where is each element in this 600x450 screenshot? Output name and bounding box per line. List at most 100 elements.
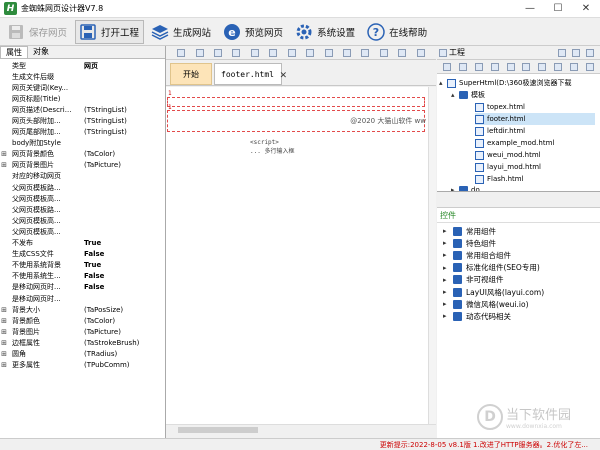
property-row[interactable]: 是移动网页时... False — [0, 282, 165, 293]
property-row[interactable]: 对应的移动网页 — [0, 171, 165, 182]
property-row[interactable]: ⊞ 背景大小 (TaPosSize) — [0, 304, 165, 315]
panel-option-icon[interactable] — [586, 48, 594, 57]
property-row[interactable]: 父网页模板高... — [0, 226, 165, 237]
property-row[interactable]: 不使用系统生... False — [0, 271, 165, 282]
expand-icon[interactable]: ⊞ — [0, 306, 8, 314]
property-row[interactable]: 网页描述(Descri... (TStringList) — [0, 104, 165, 115]
property-row[interactable]: ⊞ 圆角 (TRadius) — [0, 348, 165, 359]
property-value[interactable]: (TaStrokeBrush) — [78, 339, 165, 347]
property-value[interactable]: (TaPicture) — [78, 161, 165, 169]
tree-file-item[interactable]: topex.html — [475, 101, 595, 113]
bring-front-icon[interactable] — [343, 48, 351, 57]
property-row[interactable]: 生成CSS文件 False — [0, 249, 165, 260]
align-left-icon[interactable] — [177, 48, 186, 57]
same-width-icon[interactable] — [287, 48, 296, 57]
expand-icon[interactable]: ▸ — [443, 276, 453, 284]
property-row[interactable]: 网页关键词(Key... — [0, 82, 165, 93]
tab-footer-html[interactable]: footer.html ✕ — [214, 63, 287, 85]
tab-properties[interactable]: 属性 — [0, 46, 28, 58]
lock-icon[interactable] — [398, 48, 407, 57]
open-project-button[interactable]: 打开工程 — [75, 19, 145, 44]
copy-icon[interactable] — [474, 62, 483, 71]
expand-icon[interactable]: ⊞ — [0, 150, 8, 158]
new-folder-icon[interactable] — [458, 62, 467, 71]
property-row[interactable]: 父网页模板路... — [0, 204, 165, 215]
expand-icon[interactable]: ⊞ — [0, 339, 8, 347]
property-value[interactable]: (TStringList) — [78, 117, 165, 125]
align-middle-icon[interactable] — [250, 48, 259, 57]
property-row[interactable]: ⊞ 网页背景颜色 (TaColor) — [0, 149, 165, 160]
property-row[interactable]: ⊞ 网页背景图片 (TaPicture) — [0, 160, 165, 171]
property-row[interactable]: body附加Style — [0, 138, 165, 149]
component-group[interactable]: ▸ 微信风格(weui.io) — [443, 298, 529, 310]
property-row[interactable]: 网页头部附加... (TStringList) — [0, 115, 165, 126]
zoom-icon[interactable] — [416, 48, 425, 57]
property-row[interactable]: 生成文件后缀 — [0, 71, 165, 82]
property-value[interactable]: (TPubComm) — [78, 361, 165, 369]
search-icon[interactable] — [585, 62, 594, 71]
maximize-button[interactable]: ☐ — [544, 0, 572, 18]
property-value[interactable]: (TaPicture) — [78, 328, 165, 336]
expand-icon[interactable]: ▸ — [443, 239, 453, 247]
property-value[interactable]: True — [78, 261, 165, 269]
property-value[interactable]: (TaColor) — [78, 150, 165, 158]
property-row[interactable]: 不使用系统背景 True — [0, 260, 165, 271]
new-file-icon[interactable] — [442, 62, 451, 71]
property-row[interactable]: 不发布 True — [0, 238, 165, 249]
component-group[interactable]: ▸ 标准化组件(SEO专用) — [443, 262, 540, 274]
property-row[interactable]: 是移动网页时... — [0, 293, 165, 304]
collapse-icon[interactable]: ▴ — [451, 91, 459, 99]
property-row[interactable]: 类型 网页 — [0, 60, 165, 71]
refresh-icon[interactable] — [538, 62, 547, 71]
preview-page-button[interactable]: e 预览网页 — [219, 20, 288, 44]
property-value[interactable]: (TaColor) — [78, 317, 165, 325]
property-value[interactable]: True — [78, 239, 165, 247]
tab-start[interactable]: 开始 — [170, 63, 212, 85]
project-settings-icon[interactable] — [439, 48, 447, 57]
property-row[interactable]: ⊞ 更多属性 (TPubComm) — [0, 360, 165, 371]
tab-components[interactable]: 控件 — [440, 210, 456, 221]
property-row[interactable]: 父网页模板高... — [0, 215, 165, 226]
same-height-icon[interactable] — [306, 48, 315, 57]
align-bottom-icon[interactable] — [269, 48, 278, 57]
property-row[interactable]: 父网页模板高... — [0, 193, 165, 204]
property-row[interactable]: 父网页模板路... — [0, 182, 165, 193]
generate-site-button[interactable]: 生成网站 — [147, 20, 216, 44]
property-value[interactable]: False — [78, 250, 165, 258]
online-help-button[interactable]: ? 在线帮助 — [363, 20, 432, 44]
expand-icon[interactable]: ⊞ — [0, 350, 8, 358]
property-row[interactable]: 网页尾部附加... (TStringList) — [0, 127, 165, 138]
grid-icon[interactable] — [379, 48, 388, 57]
tab-objects[interactable]: 对象 — [28, 46, 54, 58]
top-region-box[interactable] — [167, 97, 425, 107]
panel-option-icon[interactable] — [558, 48, 566, 57]
expand-icon[interactable]: ▸ — [443, 251, 453, 259]
expand-icon[interactable]: ▸ — [443, 264, 453, 272]
property-row[interactable]: ⊞ 背景颜色 (TaColor) — [0, 315, 165, 326]
tree-folder-templates[interactable]: ▴ 模板 — [451, 89, 485, 101]
expand-icon[interactable]: ⊞ — [0, 361, 8, 369]
close-button[interactable]: ✕ — [572, 0, 600, 18]
property-row[interactable]: 网页标题(Title) — [0, 93, 165, 104]
tree-file-item[interactable]: weui_mod.html — [475, 149, 595, 161]
close-tab-icon[interactable]: ✕ — [280, 68, 287, 81]
expand-icon[interactable]: ▸ — [443, 227, 453, 235]
send-back-icon[interactable] — [361, 48, 370, 57]
tree-file-item[interactable]: footer.html — [475, 113, 595, 125]
panel-option-icon[interactable] — [572, 48, 580, 57]
expand-icon[interactable]: ▸ — [443, 300, 453, 308]
distribute-icon[interactable] — [324, 48, 333, 57]
tree-horizontal-scrollbar[interactable] — [437, 192, 600, 208]
scroll-thumb[interactable] — [178, 426, 258, 433]
property-value[interactable]: False — [78, 283, 165, 291]
settings-icon[interactable] — [570, 62, 579, 71]
property-value[interactable]: 网页 — [78, 61, 165, 71]
tree-file-item[interactable]: leftdir.html — [475, 125, 595, 137]
align-top-icon[interactable] — [232, 48, 241, 57]
tree-file-item[interactable]: layui_mod.html — [475, 161, 595, 173]
property-row[interactable]: ⊞ 边框属性 (TaStrokeBrush) — [0, 337, 165, 348]
system-settings-button[interactable]: 系统设置 — [291, 20, 360, 44]
expand-icon[interactable]: ▸ — [443, 312, 453, 320]
expand-icon[interactable]: ⊞ — [0, 161, 8, 169]
align-center-icon[interactable] — [195, 48, 204, 57]
